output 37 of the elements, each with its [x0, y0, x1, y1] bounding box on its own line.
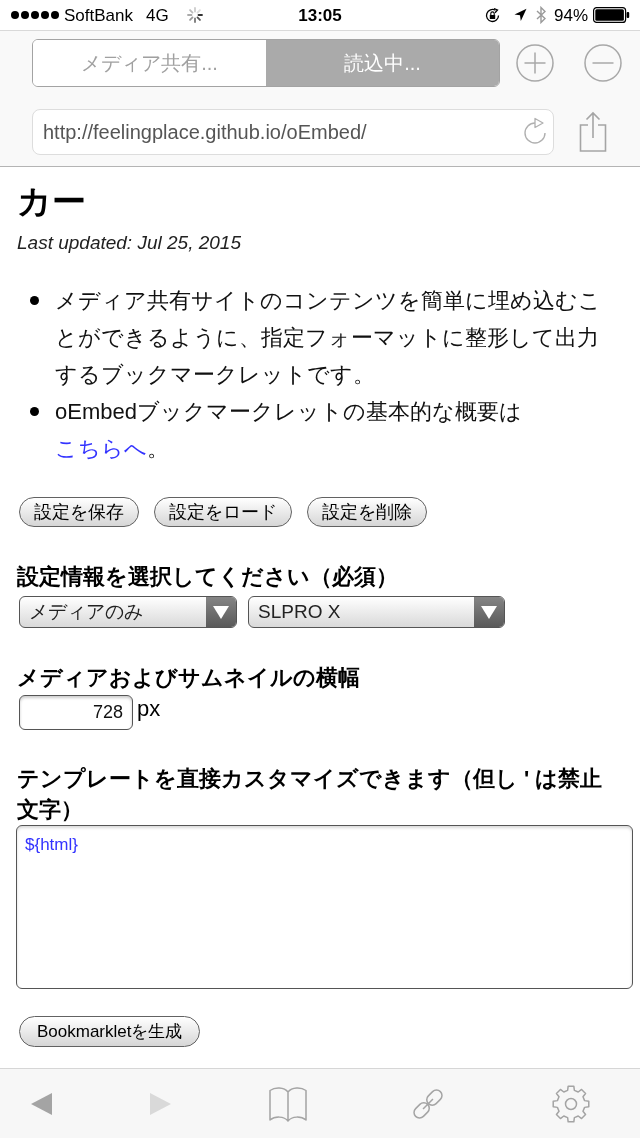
bullet-text: oEmbedブックマークレットの基本的な概要は こちらへ。 — [55, 398, 523, 463]
unit-text: px — [137, 695, 161, 723]
bullet-icon — [30, 296, 39, 305]
field-label: 設定情報を選択してください（必須） — [17, 563, 399, 591]
page-title: カー — [17, 181, 87, 222]
signal-icon — [11, 10, 59, 20]
clock-time: 13:05 — [298, 6, 342, 24]
width-field[interactable]: 728 — [19, 695, 133, 730]
settings-button[interactable]: 設定をロード — [154, 497, 292, 527]
rotation-lock-icon — [483, 6, 501, 24]
network-type: 4G — [146, 6, 169, 24]
template-field[interactable]: ${html} — [16, 825, 633, 989]
remove-icon[interactable] — [584, 44, 622, 82]
generate-button[interactable]: Bookmarkletを生成 — [19, 1016, 201, 1047]
address-field[interactable]: http://feelingplace.github.io/oEmbed/ — [32, 109, 554, 155]
settings-icon[interactable] — [552, 1084, 590, 1123]
battery-icon — [593, 7, 630, 23]
add-icon[interactable] — [516, 44, 554, 82]
share-icon[interactable] — [578, 111, 608, 153]
carrier-name: SoftBank — [64, 6, 133, 24]
book-icon[interactable] — [268, 1084, 308, 1123]
last-updated-text: Last updated: Jul 25, 2015 — [17, 232, 242, 254]
settings-button[interactable]: 設定を削除 — [307, 497, 427, 527]
settings-button[interactable]: 設定を保存 — [19, 497, 139, 527]
bluetooth-icon — [535, 6, 546, 24]
activity-spinner-icon — [186, 7, 203, 23]
location-arrow-icon — [513, 8, 527, 22]
dropdown[interactable]: メディアのみ — [19, 596, 237, 628]
dropdown[interactable]: SLPRO X — [248, 596, 505, 628]
reload-icon[interactable] — [521, 117, 549, 147]
field-label: テンプレートを直接カスタマイズできます（但し ' は禁止文字） — [17, 765, 604, 824]
bullet-icon — [30, 407, 39, 416]
back-icon[interactable] — [31, 1092, 52, 1115]
bullet-text: メディア共有サイトのコンテンツを簡単に埋め込むことができるように、指定フォーマットに整形して出力するブックマークレットです。 — [55, 287, 602, 389]
battery-percent: 94% — [553, 6, 588, 24]
field-label: メディアおよびサムネイルの横幅 — [17, 664, 361, 692]
link[interactable]: こちらへ — [55, 436, 147, 461]
